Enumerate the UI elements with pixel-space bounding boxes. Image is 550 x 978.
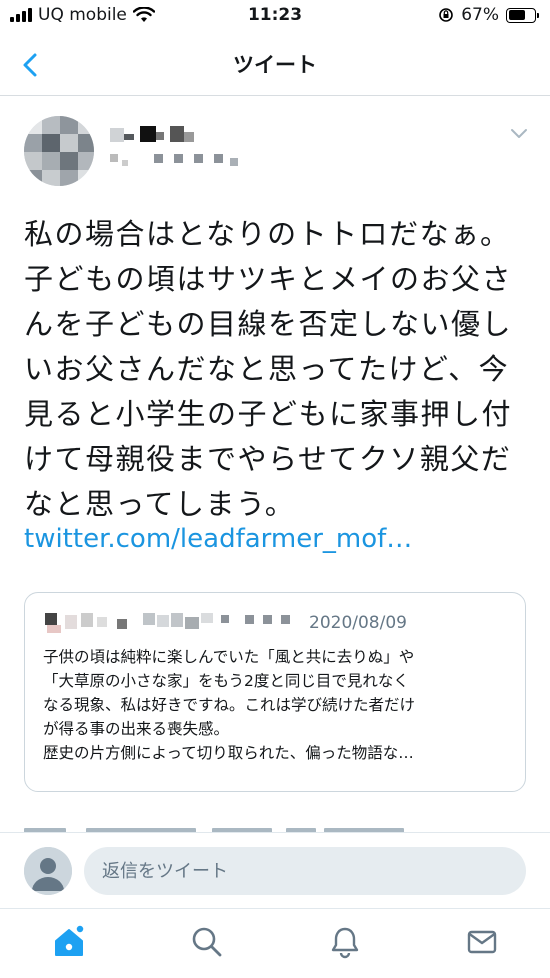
reply-input[interactable] (84, 847, 526, 895)
home-icon[interactable] (52, 925, 86, 959)
quoted-text-line: 歴史の片方側によって切り取られた、偏った物語な… (43, 744, 414, 762)
reply-bar (0, 832, 550, 908)
battery-level (508, 10, 526, 20)
tweet-link[interactable]: twitter.com/leadfarmer_mof… (24, 524, 412, 554)
quoted-text-line: が得る事の出来る喪失感。 (43, 720, 230, 738)
mail-icon[interactable] (465, 925, 499, 959)
status-right-group: 67% (438, 5, 539, 25)
status-bar: UQ mobile 11:23 67% (0, 0, 550, 34)
quoted-tweet-card[interactable]: 2020/08/09 子供の頃は純粋に楽しんでいた「風と共に去りぬ」や 「大草原… (24, 592, 526, 792)
quoted-text-line: 子供の頃は純粋に楽しんでいた「風と共に去りぬ」や (43, 648, 415, 666)
quoted-text: 子供の頃は純粋に楽しんでいた「風と共に去りぬ」や 「大草原の小さな家」をもう2度… (43, 645, 523, 765)
author-handle-obscured (110, 152, 240, 166)
quoted-text-line: 「大草原の小さな家」をもう2度と同じ目で見れなく (43, 672, 409, 690)
search-icon[interactable] (190, 925, 224, 959)
battery-icon (506, 7, 539, 23)
author-avatar[interactable] (24, 116, 94, 186)
bell-icon[interactable] (328, 925, 362, 959)
quoted-author-obscured (45, 613, 315, 633)
tab-bar (0, 908, 550, 978)
chevron-down-icon[interactable] (508, 126, 530, 142)
quoted-text-line: なる現象、私は好きですね。これは学び続けた者だけ (43, 696, 416, 714)
orientation-lock-icon (439, 8, 454, 22)
author-name-obscured (110, 126, 200, 142)
page-title: ツイート (233, 53, 317, 77)
default-avatar-icon (24, 847, 72, 895)
user-avatar[interactable] (24, 847, 72, 895)
quoted-date: 2020/08/09 (309, 613, 407, 633)
battery-percent: 67% (461, 5, 499, 25)
navigation-bar: ツイート (0, 34, 550, 96)
tweet-text: 私の場合はとなりのトトロだなぁ。子どもの頃はサツキとメイのお父さんを子どもの目線… (24, 217, 513, 521)
